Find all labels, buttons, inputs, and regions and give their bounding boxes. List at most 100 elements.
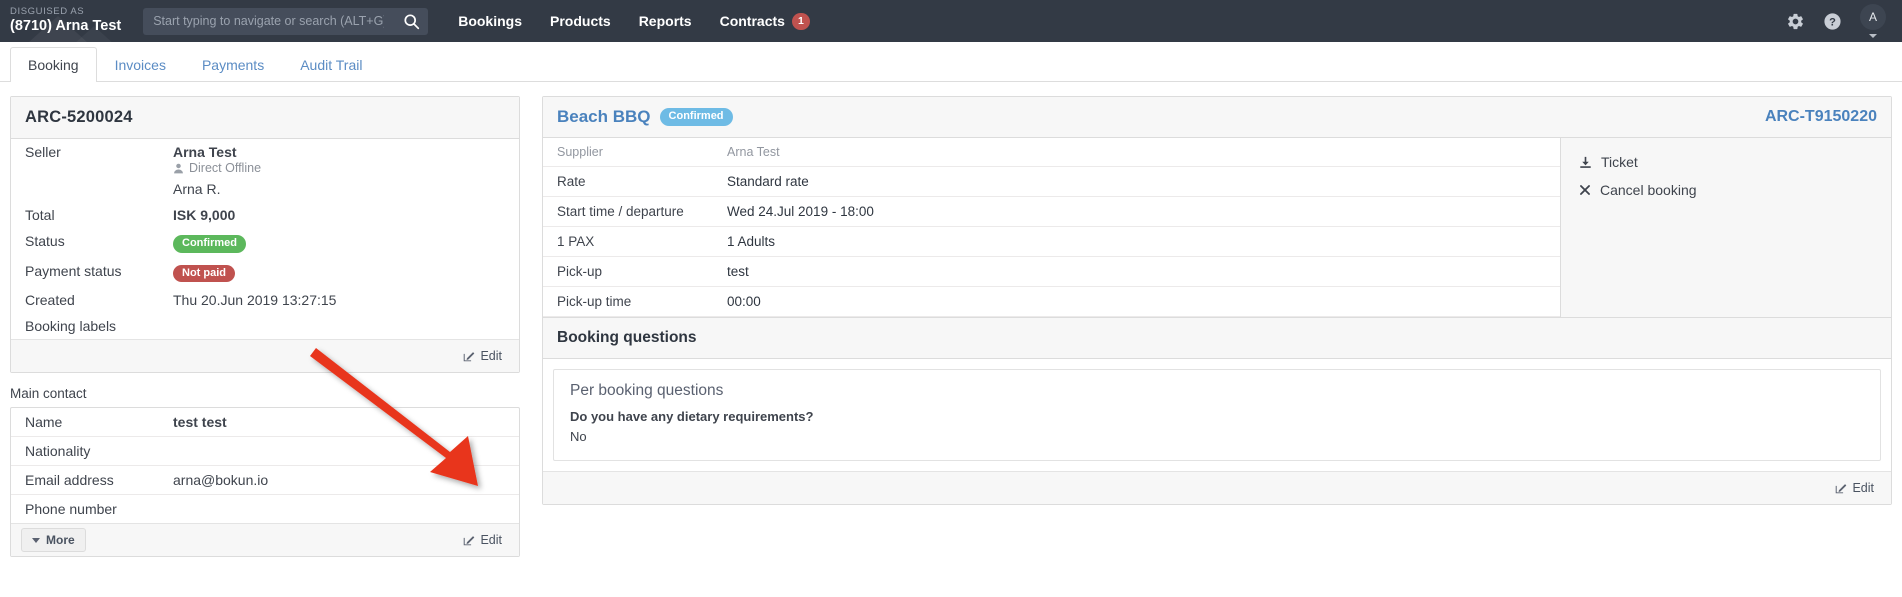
seller-channel: Direct Offline — [173, 161, 505, 175]
right-column: Beach BBQ Confirmed ARC-T9150220 Supplie… — [542, 96, 1892, 505]
start-time-value: Wed 24.Jul 2019 - 18:00 — [713, 196, 1560, 227]
rate-label: Rate — [543, 166, 713, 197]
table-row: Name test test — [11, 408, 519, 437]
supplier-label: Supplier — [543, 138, 713, 167]
tab-booking[interactable]: Booking — [10, 47, 97, 82]
more-dropdown-button[interactable]: More — [21, 528, 86, 553]
product-title-link[interactable]: Beach BBQ — [557, 107, 651, 127]
close-x-icon — [1579, 184, 1591, 196]
pickup-value: test — [713, 256, 1560, 287]
question-text: Do you have any dietary requirements? — [570, 409, 814, 424]
user-menu[interactable]: A — [1860, 4, 1886, 38]
table-row-booking-labels: Booking labels — [11, 313, 519, 339]
product-panel-header: Beach BBQ Confirmed ARC-T9150220 — [543, 97, 1891, 138]
edit-booking-label: Edit — [480, 349, 502, 364]
main-nav-links: Bookings Products Reports Contracts 1 — [458, 12, 810, 30]
nav-item-products-label: Products — [550, 13, 611, 29]
tab-audit-trail-label: Audit Trail — [300, 57, 363, 73]
tab-audit-trail[interactable]: Audit Trail — [282, 47, 380, 82]
download-icon — [1579, 156, 1592, 169]
payment-status-badge: Not paid — [173, 264, 235, 283]
table-row: Supplier Arna Test — [543, 138, 1560, 167]
search-input[interactable] — [143, 14, 395, 28]
page-content: ARC-5200024 Seller Arna Test Direct Offl… — [0, 82, 1902, 558]
edit-booking-button[interactable]: Edit — [456, 346, 509, 366]
table-row: Start time / departure Wed 24.Jul 2019 -… — [543, 196, 1560, 227]
product-status-badge: Confirmed — [659, 108, 733, 126]
ticket-action-button[interactable]: Ticket — [1561, 148, 1891, 176]
seller-name: Arna Test — [173, 144, 237, 160]
search-icon[interactable] — [394, 8, 428, 35]
contracts-count-badge: 1 — [791, 12, 810, 30]
nav-item-reports-label: Reports — [638, 13, 692, 29]
product-details-table-wrap: Supplier Arna Test Rate Standard rate St… — [543, 138, 1561, 317]
rate-value: Standard rate — [713, 166, 1560, 197]
pickup-label: Pick-up — [543, 256, 713, 287]
edit-product-booking-label: Edit — [1852, 481, 1874, 495]
booking-labels-value — [159, 313, 519, 339]
booking-questions-title: Booking questions — [543, 317, 1891, 359]
table-row: Phone number — [11, 494, 519, 524]
nav-item-products[interactable]: Products — [550, 13, 611, 29]
table-row-created: Created Thu 20.Jun 2019 13:27:15 — [11, 287, 519, 313]
booking-questions-body: Per booking questions Do you have any di… — [543, 359, 1891, 471]
per-booking-questions-box: Per booking questions Do you have any di… — [553, 369, 1881, 461]
total-value: ISK 9,000 — [173, 207, 236, 223]
disguised-as-user: (8710) Arna Test — [10, 18, 122, 35]
contact-email-label: Email address — [11, 465, 159, 495]
table-row-payment-status: Payment status Not paid — [11, 258, 519, 288]
pax-label: 1 PAX — [543, 226, 713, 257]
pencil-icon — [463, 350, 475, 362]
gear-icon[interactable] — [1786, 12, 1805, 31]
disguised-as-label: DISGUISED AS — [10, 6, 85, 18]
seller-agent: Arna R. — [173, 181, 221, 197]
tab-payments-label: Payments — [201, 57, 265, 73]
main-contact-panel: Name test test Nationality Email address… — [10, 407, 520, 558]
pickup-time-label: Pick-up time — [543, 286, 713, 317]
seller-channel-label: Direct Offline — [189, 161, 262, 175]
created-label: Created — [25, 292, 75, 309]
edit-main-contact-button[interactable]: Edit — [456, 530, 509, 550]
top-navigation-bar: DISGUISED AS (8710) Arna Test Bookings P… — [0, 0, 1902, 42]
table-row: Pick-up test — [543, 256, 1560, 287]
table-row-total: Total ISK 9,000 — [11, 202, 519, 228]
product-booking-panel: Beach BBQ Confirmed ARC-T9150220 Supplie… — [542, 96, 1892, 505]
left-column: ARC-5200024 Seller Arna Test Direct Offl… — [10, 96, 520, 558]
person-icon — [173, 163, 184, 174]
cancel-booking-action-label: Cancel booking — [1600, 182, 1697, 198]
pax-value: 1 Adults — [713, 226, 1560, 257]
start-time-label: Start time / departure — [543, 196, 713, 227]
table-row: Rate Standard rate — [543, 166, 1560, 197]
main-contact-section-label: Main contact — [10, 386, 87, 402]
chevron-down-icon — [1869, 34, 1877, 38]
contact-name-label: Name — [25, 414, 63, 431]
seller-label: Seller — [25, 144, 61, 160]
more-dropdown-label: More — [46, 533, 75, 548]
tab-payments[interactable]: Payments — [184, 47, 282, 82]
edit-product-booking-button[interactable]: Edit — [1828, 478, 1881, 498]
payment-status-label: Payment status — [25, 262, 122, 279]
pickup-time-value: 00:00 — [713, 286, 1560, 317]
global-search[interactable] — [143, 7, 429, 35]
pencil-icon — [1835, 482, 1847, 494]
pencil-icon — [463, 534, 475, 546]
nav-item-bookings[interactable]: Bookings — [458, 13, 522, 29]
svg-text:?: ? — [1829, 16, 1836, 28]
nav-item-contracts[interactable]: Contracts 1 — [720, 12, 810, 30]
supplier-value: Arna Test — [713, 138, 1560, 167]
table-row: Nationality — [11, 436, 519, 466]
booking-summary-footer: Edit — [11, 339, 519, 373]
cancel-booking-action-button[interactable]: Cancel booking — [1561, 176, 1891, 204]
contact-phone-value — [159, 494, 519, 524]
tab-invoices[interactable]: Invoices — [97, 47, 184, 82]
help-icon[interactable]: ? — [1823, 12, 1842, 31]
booking-labels-label: Booking labels — [25, 318, 117, 335]
booking-summary-table: Seller Arna Test Direct Offline Arna R. … — [11, 139, 519, 339]
avatar: A — [1860, 4, 1886, 30]
nav-item-reports[interactable]: Reports — [639, 13, 692, 29]
product-reference-link[interactable]: ARC-T9150220 — [1765, 108, 1877, 126]
table-row: 1 PAX 1 Adults — [543, 226, 1560, 257]
product-actions-list: Ticket Cancel booking — [1561, 138, 1891, 317]
booking-reference-title: ARC-5200024 — [11, 97, 519, 139]
tab-invoices-label: Invoices — [114, 57, 166, 73]
